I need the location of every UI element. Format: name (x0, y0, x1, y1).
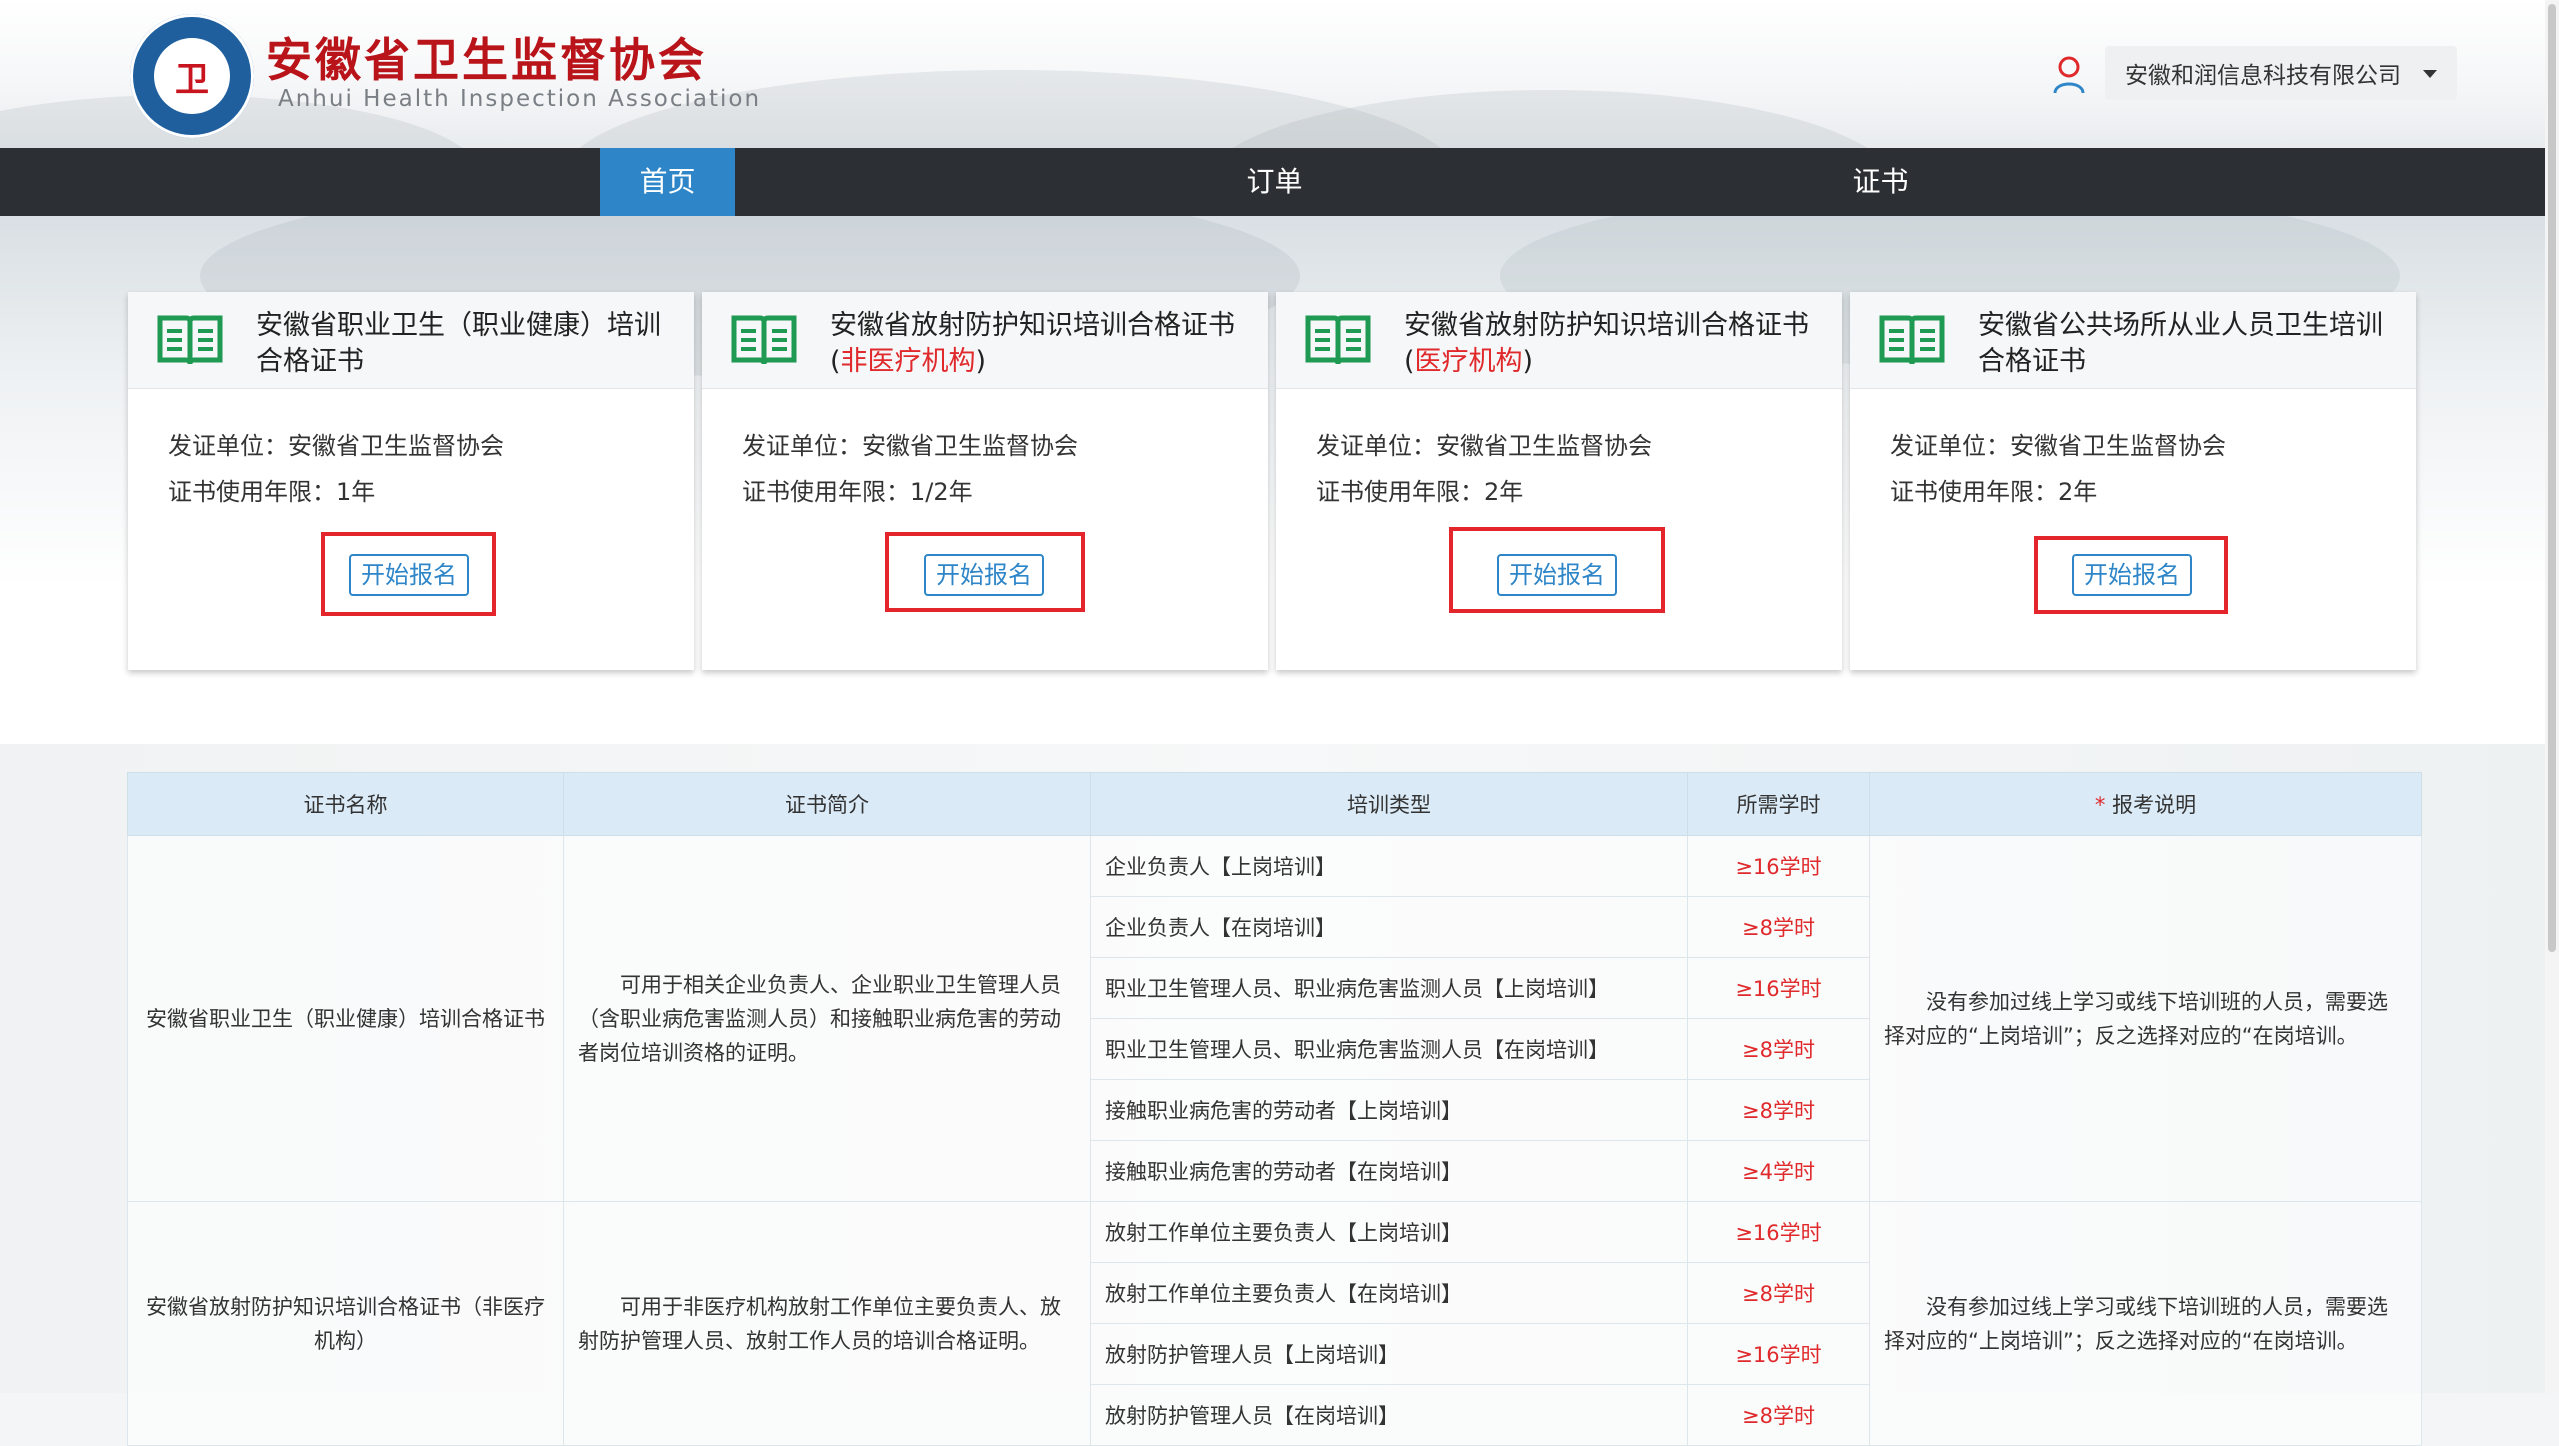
table-row[interactable]: 安徽省职业卫生（职业健康）培训合格证书 可用于相关企业负责人、企业职业卫生管理人… (127, 835, 2422, 1202)
logo-mark: 卫 (175, 59, 209, 100)
hours-cell: ≥16学时 (1687, 835, 1870, 897)
training-type-cell: 接触职业病危害的劳动者【在岗培训】 (1090, 1140, 1688, 1202)
training-type-cell: 企业负责人【在岗培训】 (1090, 896, 1688, 958)
column-header: 证书名称 (127, 772, 564, 836)
certificate-card: 安徽省放射防护知识培训合格证书 (医疗机构) 发证单位：安徽省卫生监督协会 证书… (1276, 292, 1842, 670)
table-row[interactable]: 安徽省放射防护知识培训合格证书（非医疗机构） 可用于非医疗机构放射工作单位主要负… (127, 1201, 2422, 1446)
card-title: 安徽省公共场所从业人员卫生培训 合格证书 (1978, 310, 2383, 377)
training-type-cell: 放射防护管理人员【在岗培训】 (1090, 1384, 1688, 1446)
certificate-intro-cell: 可用于非医疗机构放射工作单位主要负责人、放射防护管理人员、放射工作人员的培训合格… (563, 1201, 1091, 1446)
training-type-cell: 放射工作单位主要负责人【在岗培训】 (1090, 1262, 1688, 1324)
card-issuer: 发证单位：安徽省卫生监督协会 (742, 432, 1078, 460)
column-header: 证书简介 (563, 772, 1091, 836)
book-icon (1305, 315, 1371, 365)
column-header: 培训类型 (1090, 772, 1688, 836)
table-header-row: 证书名称 证书简介 培训类型 所需学时 * 报考说明 (127, 772, 2422, 836)
chevron-down-icon (2423, 70, 2437, 78)
certificate-table: 证书名称 证书简介 培训类型 所需学时 * 报考说明 安徽省职业卫生（职业健康）… (127, 772, 2422, 1446)
user-company-dropdown[interactable]: 安徽和润信息科技有限公司 (2105, 46, 2457, 100)
card-validity: 证书使用年限：2年 (1316, 478, 1524, 506)
nav-item-orders[interactable]: 订单 (1207, 148, 1342, 216)
certificate-intro-cell: 可用于相关企业负责人、企业职业卫生管理人员（含职业病危害监测人员）和接触职业病危… (563, 835, 1091, 1202)
book-icon (157, 315, 223, 365)
main-nav: 首页 订单 证书 (0, 148, 2545, 216)
card-issuer: 发证单位：安徽省卫生监督协会 (1890, 432, 2226, 460)
site-subtitle: Anhui Health Inspection Association (278, 86, 762, 112)
hours-cell: ≥8学时 (1687, 1018, 1870, 1080)
header: 卫 安徽省卫生监督协会 Anhui Health Inspection Asso… (0, 0, 2545, 148)
certificate-card: 安徽省职业卫生（职业健康）培训 合格证书 发证单位：安徽省卫生监督协会 证书使用年… (128, 292, 694, 670)
hours-cell: ≥8学时 (1687, 1384, 1870, 1446)
association-logo[interactable]: 卫 (130, 14, 254, 138)
hours-cell: ≥16学时 (1687, 1323, 1870, 1385)
column-header: 所需学时 (1687, 772, 1870, 836)
user-icon[interactable] (2052, 55, 2086, 95)
training-type-cell: 放射防护管理人员【上岗培训】 (1090, 1323, 1688, 1385)
start-signup-button[interactable]: 开始报名 (349, 554, 469, 596)
required-star: * (2094, 793, 2106, 817)
card-validity: 证书使用年限：1年 (168, 478, 376, 506)
hours-cell: ≥8学时 (1687, 896, 1870, 958)
note-cell: 没有参加过线上学习或线下培训班的人员，需要选择对应的“上岗培训”；反之选择对应的… (1869, 835, 2422, 1202)
site-title: 安徽省卫生监督协会 (266, 33, 707, 87)
hours-cell: ≥16学时 (1687, 957, 1870, 1019)
start-signup-button[interactable]: 开始报名 (1497, 554, 1617, 596)
certificate-name-cell: 安徽省职业卫生（职业健康）培训合格证书 (127, 835, 564, 1202)
scrollbar-thumb[interactable] (2548, 4, 2556, 952)
nav-item-certificates[interactable]: 证书 (1813, 148, 1948, 216)
training-type-cell: 职业卫生管理人员、职业病危害监测人员【上岗培训】 (1090, 957, 1688, 1019)
book-icon (1879, 315, 1945, 365)
card-validity: 证书使用年限：1/2年 (742, 478, 973, 506)
training-type-cell: 企业负责人【上岗培训】 (1090, 835, 1688, 897)
hours-cell: ≥4学时 (1687, 1140, 1870, 1202)
card-title: 安徽省放射防护知识培训合格证书 (医疗机构) (1404, 310, 1809, 377)
training-type-cell: 放射工作单位主要负责人【上岗培训】 (1090, 1201, 1688, 1263)
training-type-cell: 职业卫生管理人员、职业病危害监测人员【在岗培训】 (1090, 1018, 1688, 1080)
card-issuer: 发证单位：安徽省卫生监督协会 (1316, 432, 1652, 460)
certificate-card: 安徽省放射防护知识培训合格证书 (非医疗机构) 发证单位：安徽省卫生监督协会 证… (702, 292, 1268, 670)
certificate-table-section: 证书名称 证书简介 培训类型 所需学时 * 报考说明 安徽省职业卫生（职业健康）… (0, 744, 2545, 1446)
start-signup-button[interactable]: 开始报名 (2072, 554, 2192, 596)
certificate-card: 安徽省公共场所从业人员卫生培训 合格证书 发证单位：安徽省卫生监督协会 证书使用年… (1850, 292, 2416, 670)
card-title: 安徽省放射防护知识培训合格证书 (非医疗机构) (830, 310, 1235, 377)
note-cell: 没有参加过线上学习或线下培训班的人员，需要选择对应的“上岗培训”；反之选择对应的… (1869, 1201, 2422, 1446)
card-issuer: 发证单位：安徽省卫生监督协会 (168, 432, 504, 460)
page-scrollbar[interactable] (2545, 0, 2559, 1393)
column-header: * 报考说明 (1869, 772, 2422, 836)
hours-cell: ≥16学时 (1687, 1201, 1870, 1263)
certificate-name-cell: 安徽省放射防护知识培训合格证书（非医疗机构） (127, 1201, 564, 1446)
card-validity: 证书使用年限：2年 (1890, 478, 2098, 506)
certificate-cards-section: 安徽省职业卫生（职业健康）培训 合格证书 发证单位：安徽省卫生监督协会 证书使用年… (0, 216, 2545, 744)
user-company-label: 安徽和润信息科技有限公司 (2125, 63, 2401, 89)
nav-item-home[interactable]: 首页 (600, 148, 735, 216)
training-type-cell: 接触职业病危害的劳动者【上岗培训】 (1090, 1079, 1688, 1141)
hours-cell: ≥8学时 (1687, 1262, 1870, 1324)
card-title: 安徽省职业卫生（职业健康）培训 合格证书 (256, 310, 661, 377)
hours-cell: ≥8学时 (1687, 1079, 1870, 1141)
start-signup-button[interactable]: 开始报名 (924, 554, 1044, 596)
book-icon (731, 315, 797, 365)
